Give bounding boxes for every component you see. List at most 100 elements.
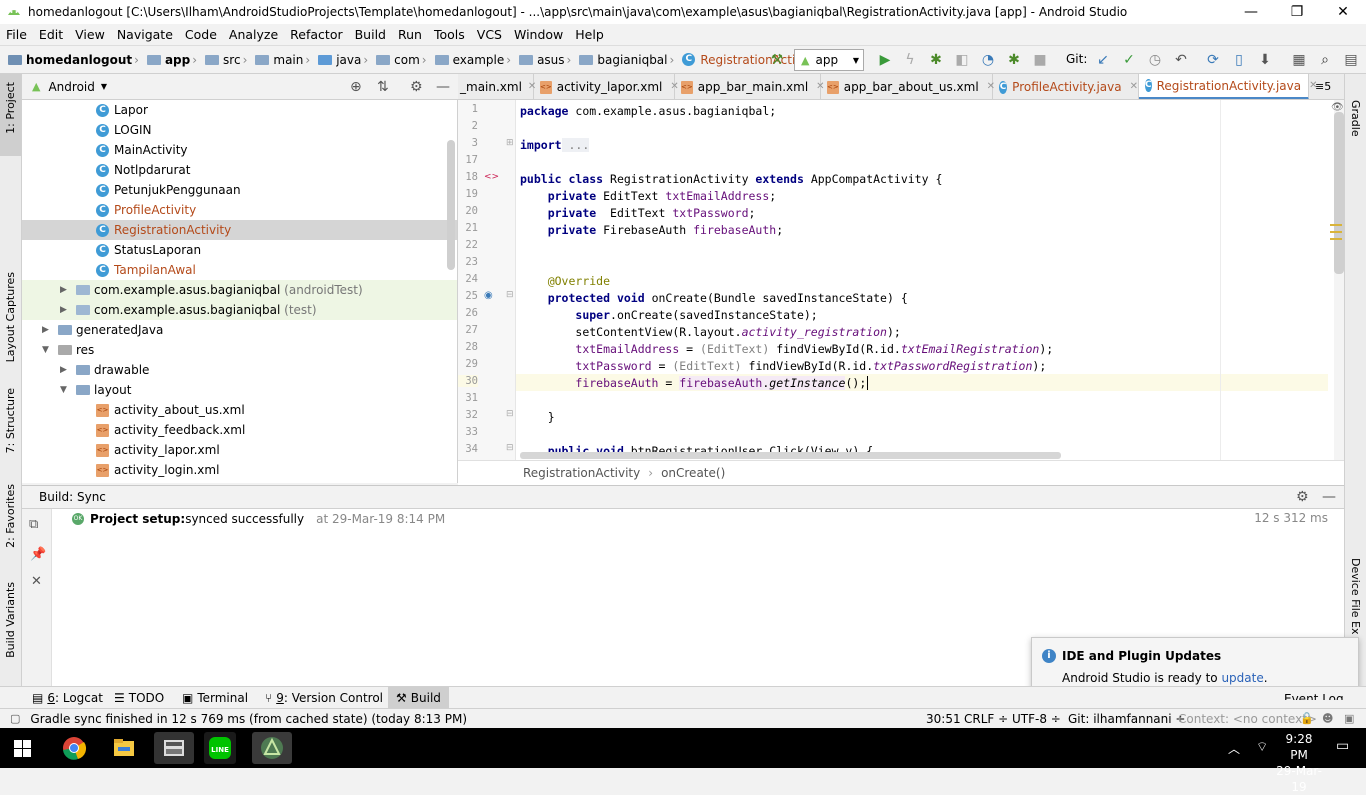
revert-icon[interactable]: ↶ bbox=[1170, 49, 1192, 71]
fold-icon[interactable]: ⊞ bbox=[506, 138, 514, 148]
hide-panel-icon[interactable]: — bbox=[436, 79, 450, 95]
project-structure-icon[interactable]: ▦ bbox=[1288, 49, 1310, 71]
chevron-right-icon[interactable]: ▶ bbox=[60, 360, 72, 380]
gear-icon[interactable]: ⚙ bbox=[410, 79, 423, 95]
hide-panel-icon[interactable]: — bbox=[1322, 489, 1336, 505]
breadcrumb-example[interactable]: example bbox=[453, 53, 505, 67]
tab-app-bar-main[interactable]: <> app_bar_main.xml ✕ bbox=[675, 74, 825, 99]
git-update-icon[interactable]: ↙ bbox=[1092, 49, 1114, 71]
menu-analyze[interactable]: Analyze bbox=[223, 24, 284, 46]
breadcrumb-java[interactable]: java bbox=[336, 53, 361, 67]
horizontal-scrollbar[interactable] bbox=[520, 452, 1061, 459]
tree-item-package-test[interactable]: ▶ com.example.asus.bagianiqbal (test) bbox=[60, 300, 317, 320]
tree-item-res[interactable]: ▼ res bbox=[42, 340, 94, 360]
chrome-icon[interactable] bbox=[58, 732, 90, 764]
inspection-eye-icon[interactable]: 👁 bbox=[1331, 102, 1344, 113]
sync-view-icon[interactable]: ⧉ bbox=[29, 517, 38, 532]
tree-item-login[interactable]: C LOGIN bbox=[96, 120, 152, 140]
chevron-down-icon[interactable]: ▼ bbox=[101, 82, 107, 91]
tree-item-mainactivity[interactable]: C MainActivity bbox=[96, 140, 188, 160]
sdk-manager-icon[interactable]: ⬇ bbox=[1254, 49, 1276, 71]
menu-refactor[interactable]: Refactor bbox=[284, 24, 348, 46]
tree-item-tampilanawal[interactable]: C TampilanAwal bbox=[96, 260, 196, 280]
tree-item-petunjukpenggunaan[interactable]: C PetunjukPenggunaan bbox=[96, 180, 241, 200]
menu-window[interactable]: Window bbox=[508, 24, 569, 46]
gradle-tool-button[interactable]: Gradle bbox=[1349, 100, 1362, 137]
tree-item-package-androidtest[interactable]: ▶ com.example.asus.bagianiqbal (androidTe… bbox=[60, 280, 363, 300]
close-button[interactable]: ✕ bbox=[1320, 0, 1366, 24]
chevron-down-icon[interactable]: ▼ bbox=[42, 340, 54, 360]
git-commit-icon[interactable]: ✓ bbox=[1118, 49, 1140, 71]
tab-todo[interactable]: ☰ TODO bbox=[106, 687, 172, 709]
tabs-overflow-button[interactable]: ≡5 bbox=[1309, 74, 1344, 99]
tree-item-activity-feedback[interactable]: <> activity_feedback.xml bbox=[96, 420, 245, 440]
tree-item-statuslaporan[interactable]: C StatusLaporan bbox=[96, 240, 201, 260]
wifi-icon[interactable]: ⌔ bbox=[1256, 739, 1268, 755]
debug-icon[interactable]: ✱ bbox=[925, 49, 947, 71]
chevron-right-icon[interactable]: ▶ bbox=[60, 300, 72, 320]
build-result-row[interactable]: OK Project setup: synced successfully at… bbox=[72, 510, 445, 528]
media-app-icon[interactable] bbox=[154, 732, 194, 764]
inspector-icon[interactable]: ☻ bbox=[1322, 712, 1333, 725]
chevron-right-icon[interactable]: ▶ bbox=[42, 320, 54, 340]
build-variants-button[interactable]: Build Variants bbox=[4, 582, 17, 658]
tree-item-registrationactivity[interactable]: C RegistrationActivity bbox=[96, 220, 231, 240]
apply-changes-icon[interactable]: ϟ bbox=[899, 49, 921, 71]
gear-icon[interactable]: ⚙ bbox=[1296, 489, 1309, 505]
gradle-sync-icon[interactable]: ⟳ bbox=[1202, 49, 1224, 71]
menu-help[interactable]: Help bbox=[569, 24, 610, 46]
tab-main-xml[interactable]: _main.xml ✕ bbox=[458, 74, 536, 99]
fold-icon[interactable]: ⊟ bbox=[506, 409, 514, 419]
fold-icon[interactable]: ⊟ bbox=[506, 443, 514, 453]
pin-icon[interactable]: 📌 bbox=[30, 547, 46, 562]
menu-code[interactable]: Code bbox=[179, 24, 223, 46]
project-view-select[interactable]: Android bbox=[48, 80, 94, 94]
ide-layout-icon[interactable]: ▤ bbox=[1340, 49, 1362, 71]
layout-file-gutter-icon[interactable]: <> bbox=[484, 172, 499, 182]
tab-version-control[interactable]: ⑂ 9: Version Control bbox=[257, 687, 391, 709]
breadcrumb-project[interactable]: homedanlogout bbox=[26, 53, 132, 67]
menu-navigate[interactable]: Navigate bbox=[111, 24, 179, 46]
tab-activity-lapor[interactable]: <> activity_lapor.xml ✕ bbox=[534, 74, 679, 99]
make-project-icon[interactable]: ⚒ bbox=[766, 49, 788, 71]
tree-item-lapor[interactable]: C Lapor bbox=[96, 100, 148, 120]
menu-run[interactable]: Run bbox=[392, 24, 428, 46]
avd-manager-icon[interactable]: ▯ bbox=[1228, 49, 1250, 71]
editor-breadcrumb-method[interactable]: onCreate() bbox=[661, 466, 725, 480]
menu-file[interactable]: File bbox=[0, 24, 33, 46]
tree-item-activity-login[interactable]: <> activity_login.xml bbox=[96, 460, 219, 480]
windows-start-icon[interactable] bbox=[14, 740, 31, 757]
tree-item-profileactivity[interactable]: C ProfileActivity bbox=[96, 200, 196, 220]
minimize-button[interactable]: — bbox=[1228, 0, 1274, 24]
run-icon[interactable]: ▶ bbox=[874, 49, 896, 71]
tree-item-generatedjava[interactable]: ▶ generatedJava bbox=[42, 320, 163, 340]
breadcrumb-asus[interactable]: asus bbox=[537, 53, 564, 67]
code-editor[interactable]: 👁 package com.example.asus.bagianiqbal; … bbox=[516, 100, 1344, 460]
event-icon[interactable]: ▣ bbox=[1344, 712, 1354, 725]
device-file-explorer-button[interactable]: Device File Ex bbox=[1349, 558, 1362, 634]
editor-scrollbar[interactable] bbox=[1334, 112, 1344, 274]
tree-item-activity-about-us[interactable]: <> activity_about_us.xml bbox=[96, 400, 245, 420]
structure-tool-button[interactable]: 7: Structure bbox=[4, 388, 17, 453]
coverage-icon[interactable]: ◧ bbox=[951, 49, 973, 71]
file-encoding[interactable]: UTF-8 ÷ bbox=[1012, 712, 1061, 726]
override-gutter-icon[interactable]: ◉ bbox=[484, 290, 493, 301]
locate-icon[interactable]: ⊕ bbox=[350, 79, 362, 95]
tab-event-log[interactable]: Event Log bbox=[1276, 688, 1352, 700]
lock-icon[interactable]: 🔓 bbox=[1300, 712, 1314, 725]
line-app-icon[interactable]: LINE bbox=[204, 732, 236, 764]
menu-edit[interactable]: Edit bbox=[33, 24, 69, 46]
search-icon[interactable]: ⌕ bbox=[1314, 49, 1336, 71]
breadcrumb-src[interactable]: src bbox=[223, 53, 241, 67]
tab-app-bar-about-us[interactable]: <> app_bar_about_us.xml ✕ bbox=[821, 74, 995, 99]
tab-registrationactivity[interactable]: C RegistrationActivity.java ✕ bbox=[1139, 74, 1318, 99]
toggle-tool-windows-icon[interactable]: ▢ bbox=[10, 712, 20, 725]
layout-captures-button[interactable]: Layout Captures bbox=[4, 272, 17, 362]
menu-view[interactable]: View bbox=[69, 24, 111, 46]
breadcrumb-app[interactable]: app bbox=[165, 53, 190, 67]
breadcrumb-main[interactable]: main bbox=[273, 53, 303, 67]
profile-icon[interactable]: ◔ bbox=[977, 49, 999, 71]
tab-profileactivity[interactable]: C ProfileActivity.java ✕ bbox=[993, 74, 1139, 99]
stop-icon[interactable]: ■ bbox=[1029, 49, 1051, 71]
tab-build[interactable]: ⚒ Build bbox=[388, 687, 449, 709]
